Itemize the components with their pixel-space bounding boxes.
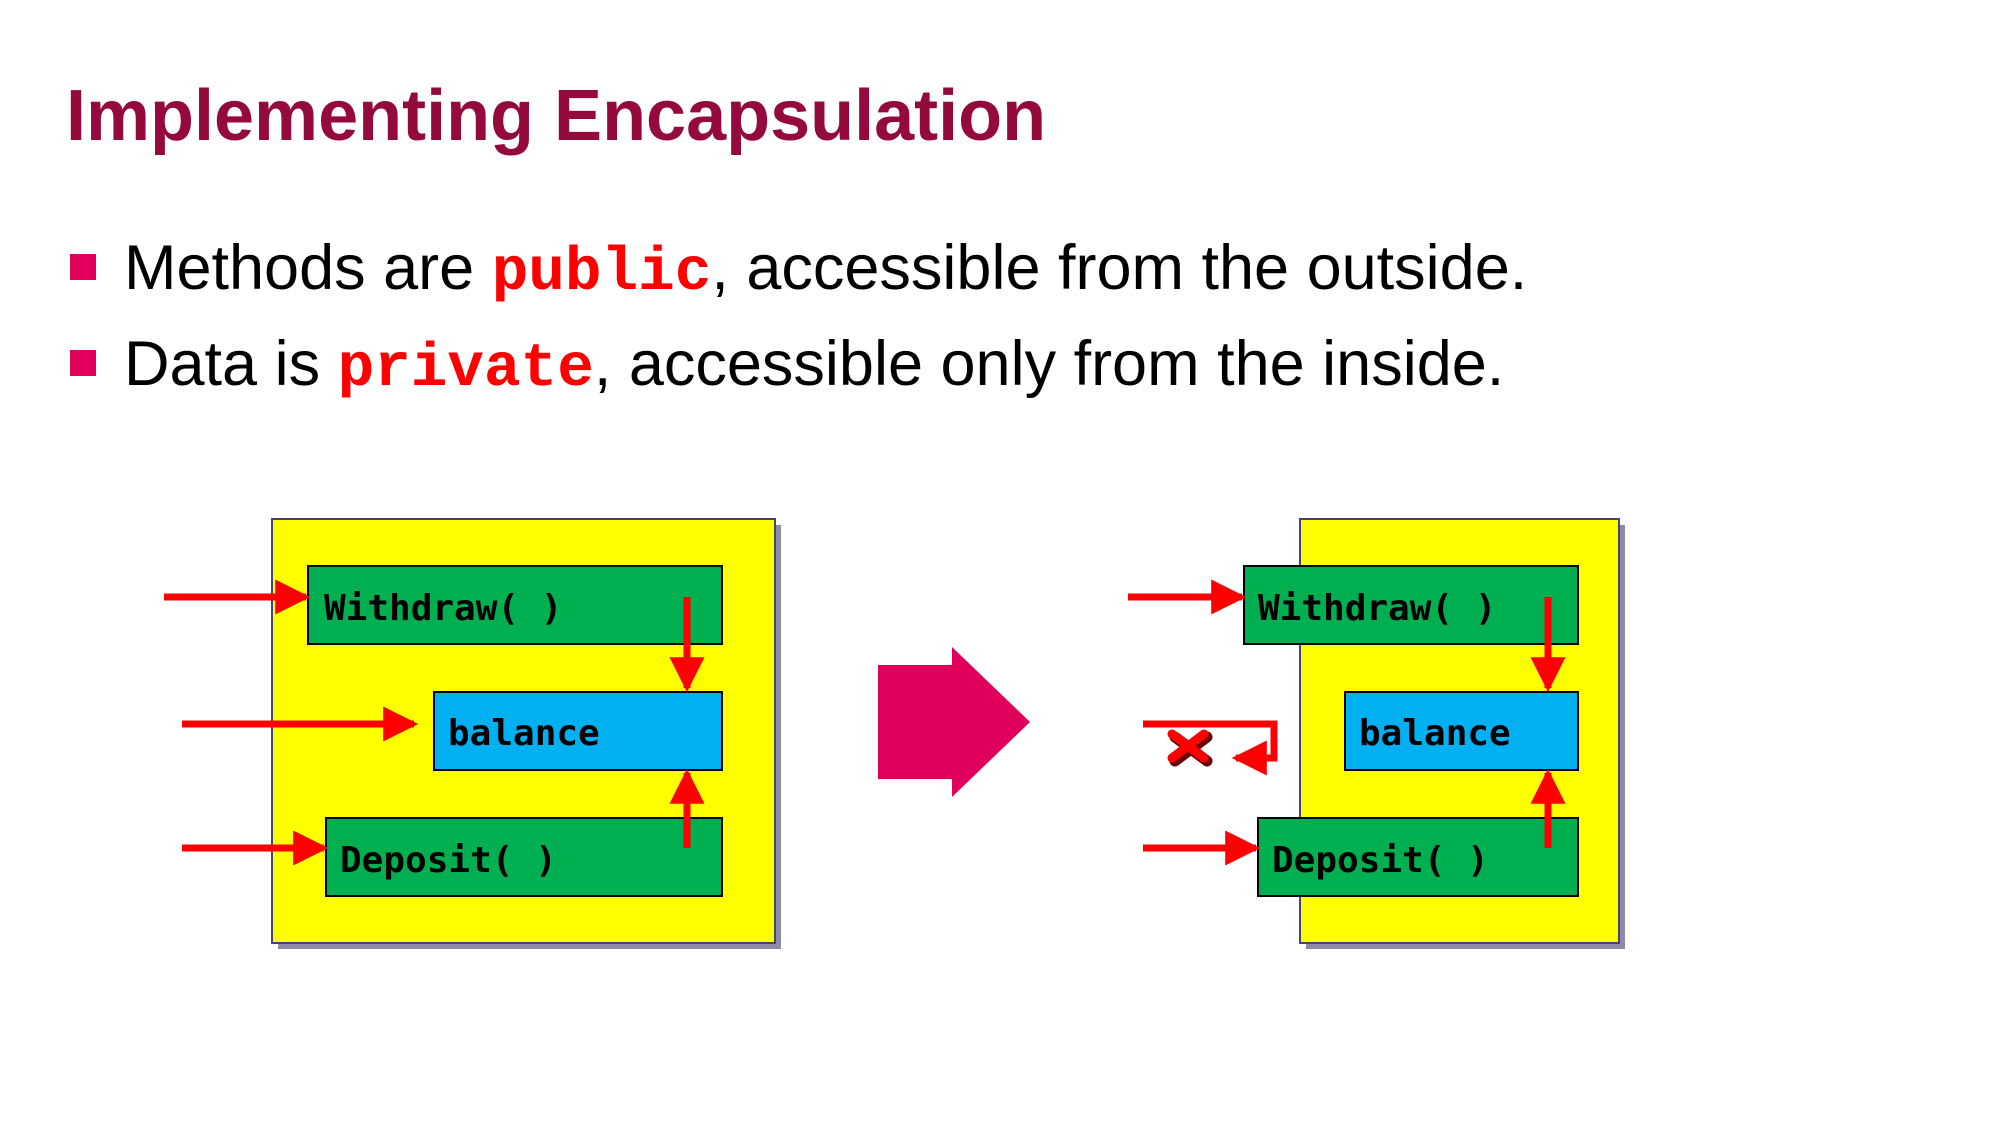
before-balance-label: balance [448, 713, 600, 754]
before-withdraw-label: Withdraw( ) [324, 588, 562, 629]
after-object: Withdraw( ) balance Deposit( ) [1243, 518, 1625, 949]
after-balance-label: balance [1359, 713, 1511, 754]
x-mark-icon [1167, 729, 1213, 767]
after-deposit-label: Deposit( ) [1272, 840, 1489, 881]
before-deposit-label: Deposit( ) [340, 840, 557, 881]
right-arrow-icon [878, 647, 1030, 797]
after-withdraw-label: Withdraw( ) [1258, 588, 1496, 629]
before-object: Withdraw( ) balance Deposit( ) [271, 518, 781, 949]
encapsulation-diagram: Withdraw( ) balance Deposit( ) Withdraw(… [164, 518, 1625, 949]
